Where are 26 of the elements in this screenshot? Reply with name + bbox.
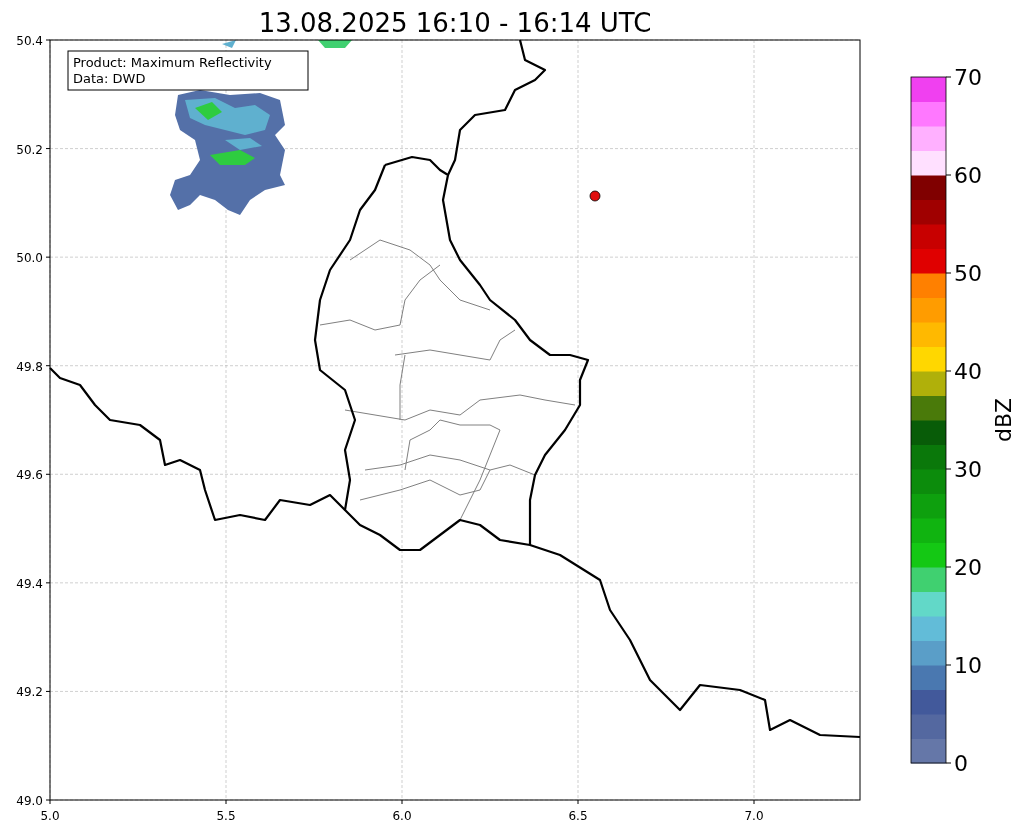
colorbar-tick-label: 10 (954, 653, 982, 678)
colorbar-tick-label: 60 (954, 163, 982, 188)
x-tick-label: 5.0 (40, 809, 60, 823)
x-tick-label: 5.5 (216, 809, 236, 823)
y-tick-label: 49.2 (16, 685, 43, 700)
x-tick-label: 6.5 (568, 809, 588, 823)
info-text: Product: Maximum Reflectivity (73, 55, 272, 70)
x-tick-label: 6.0 (392, 809, 412, 823)
chart-title: 13.08.2025 16:10 - 16:14 UTC (258, 8, 652, 38)
y-tick-label: 49.8 (16, 359, 43, 374)
colorbar-tick-label: 40 (954, 359, 982, 384)
x-tick-label: 7.0 (744, 809, 764, 823)
location-marker (589, 190, 601, 202)
y-tick-label: 50.0 (16, 251, 43, 266)
colorbar-label: dBZ (991, 397, 1016, 443)
colorbar-tick-label: 50 (954, 261, 982, 286)
colorbar-tick-label: 20 (954, 555, 982, 580)
y-tick-label: 49.6 (16, 468, 43, 483)
y-tick-label: 50.2 (16, 142, 43, 157)
colorbar-tick-label: 30 (954, 457, 982, 482)
y-tick-label: 50.4 (16, 34, 43, 48)
y-tick-label: 49.0 (16, 794, 43, 808)
y-tick-label: 49.4 (16, 576, 43, 591)
info-text: Data: DWD (73, 71, 146, 86)
colorbar-tick-label: 0 (954, 751, 968, 776)
colorbar-tick-label: 70 (954, 65, 982, 90)
